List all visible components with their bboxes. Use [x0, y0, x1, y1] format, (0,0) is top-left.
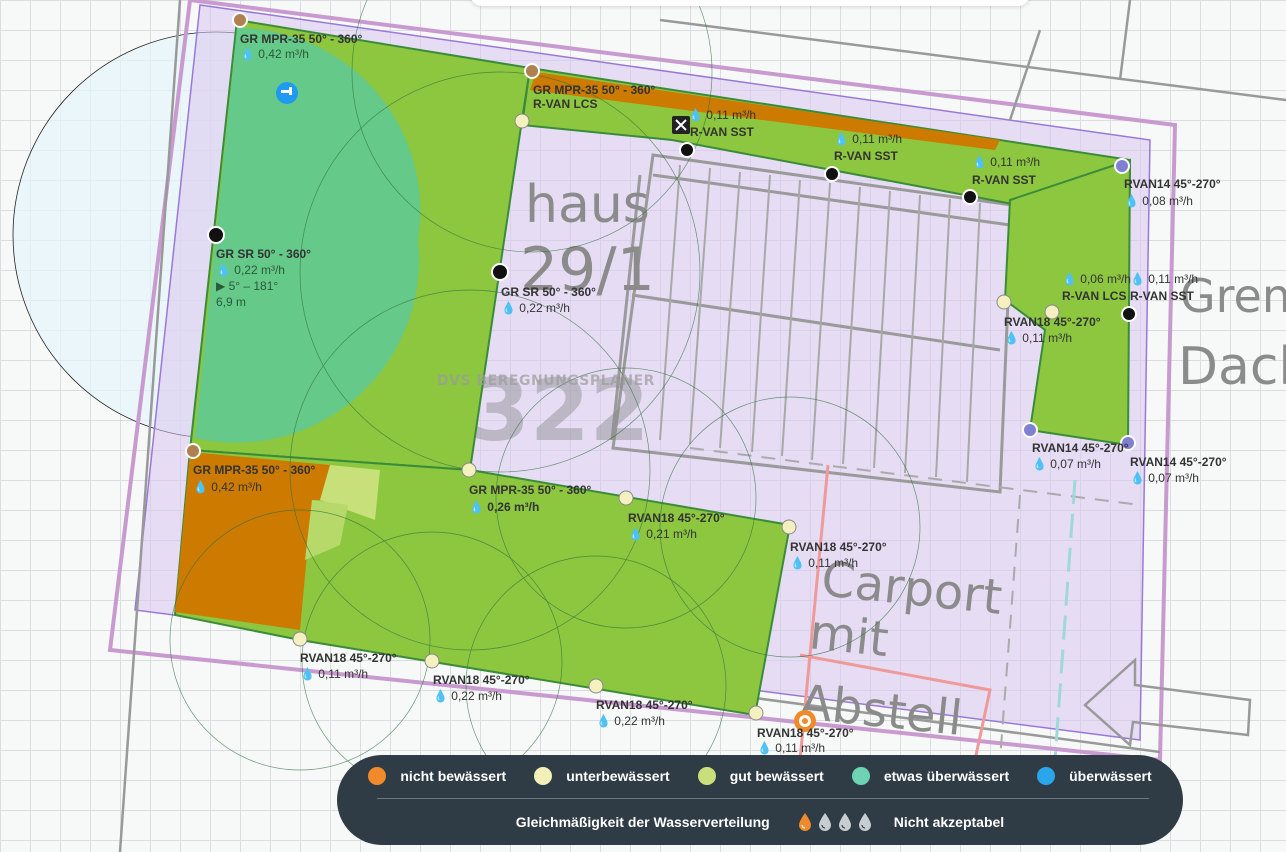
- sprinkler-label-name: R-VAN SST: [834, 149, 898, 163]
- sprinkler-label-name: RVAN18 45°-270°: [596, 698, 693, 712]
- drop-icon: [838, 813, 851, 831]
- legend-item-well-watered: gut bewässert: [697, 767, 824, 785]
- sprinkler-label-name: GR MPR-35 50° - 360°: [240, 32, 363, 46]
- sprinkler-label-name: GR SR 50° - 360°: [501, 285, 596, 299]
- sprinkler-label-name: RVAN18 45°-270°: [628, 511, 725, 525]
- top-toolbar-panel: [470, 0, 1030, 6]
- sprinkler-marker[interactable]: [679, 142, 695, 158]
- drop-icon: [798, 813, 811, 831]
- sprinkler-label-flow: 💧 0,11 m³/h: [972, 155, 1040, 169]
- sprinkler-label-name: GR MPR-35 50° - 360°: [533, 83, 656, 97]
- irrigation-legend: nicht bewässert unterbewässert gut bewäs…: [337, 755, 1183, 845]
- sprinkler-label-flow: 💧 0,07 m³/h: [1130, 471, 1199, 485]
- plan-text-dach: Dach: [1178, 337, 1286, 397]
- legend-item-not-watered: nicht bewässert: [368, 767, 506, 785]
- legend-item-slightly-overwatered: etwas überwässert: [851, 767, 1009, 785]
- sprinkler-label-name: R-VAN SST: [1130, 289, 1194, 303]
- sprinkler-label-name: RVAN18 45°-270°: [433, 673, 530, 687]
- sprinkler-label-name: RVAN14 45°-270°: [1130, 455, 1227, 469]
- sprinkler-label-flow: 💧 0,11 m³/h: [688, 108, 756, 122]
- svg-text:DVS BEREGNUNGSPLANER: DVS BEREGNUNGSPLANER: [437, 373, 655, 389]
- sprinkler-label-flow: 💧 0,11 m³/h: [1004, 331, 1072, 345]
- sprinkler-label-flow: 💧 0,22 m³/h: [216, 263, 285, 277]
- legend-item-underwatered: unterbewässert: [534, 767, 670, 785]
- sprinkler-label-flow: 💧 0,07 m³/h: [1032, 457, 1101, 471]
- dot-icon: [851, 767, 870, 785]
- dot-icon: [697, 767, 716, 785]
- sprinkler-label-flow: 💧 0,22 m³/h: [501, 301, 570, 315]
- uniformity-rating: Nicht akzeptabel: [893, 814, 1005, 830]
- sprinkler-marker[interactable]: [1022, 422, 1038, 438]
- sprinkler-label-name: GR SR 50° - 360°: [216, 247, 311, 261]
- sprinkler-label-name: RVAN18 45°-270°: [300, 651, 397, 665]
- sprinkler-label-flow: 💧 0,06 m³/h: [1062, 272, 1131, 286]
- dot-icon: [368, 767, 387, 785]
- sprinkler-marker[interactable]: [824, 166, 840, 182]
- sprinkler-marker[interactable]: [185, 443, 201, 459]
- sprinkler-label-name: RVAN14 45°-270°: [1124, 177, 1221, 191]
- sprinkler-label-flow: 💧 0,22 m³/h: [596, 714, 665, 728]
- sprinkler-label-flow: 💧 0,26 m³/h: [469, 500, 539, 514]
- dot-icon: [1037, 767, 1056, 785]
- uniformity-drops: [798, 812, 872, 832]
- dot-icon: [534, 767, 553, 785]
- sprinkler-label-flow: 💧 0,22 m³/h: [433, 689, 502, 703]
- sprinkler-label-arc: ▶ 5° – 181°: [216, 279, 278, 293]
- sprinkler-label-name: R-VAN SST: [690, 125, 754, 139]
- uniformity-label: Gleichmäßigkeit der Wasserverteilung: [515, 814, 770, 830]
- sprinkler-label-flow: 💧 0,08 m³/h: [1124, 194, 1193, 208]
- sprinkler-label-name: R-VAN LCS: [533, 97, 597, 111]
- sprinkler-marker[interactable]: [781, 519, 797, 535]
- sprinkler-label-name: RVAN18 45°-270°: [790, 540, 887, 554]
- sprinkler-label-name: RVAN14 45°-270°: [1032, 441, 1129, 455]
- sprinkler-label-flow: 💧 0,21 m³/h: [628, 527, 697, 541]
- sprinkler-marker[interactable]: [962, 189, 978, 205]
- sprinkler-label-name: R-VAN SST: [972, 173, 1036, 187]
- sprinkler-marker[interactable]: [748, 705, 764, 721]
- sprinkler-label-flow: 💧 0,11 m³/h: [790, 556, 858, 570]
- sprinkler-marker[interactable]: [232, 12, 248, 28]
- legend-item-overwatered: überwässert: [1037, 767, 1152, 785]
- sprinkler-marker[interactable]: [996, 294, 1012, 310]
- sprinkler-marker[interactable]: [461, 462, 477, 478]
- sprinkler-label-flow: 💧 0,11 m³/h: [300, 667, 368, 681]
- sprinkler-label-name: GR MPR-35 50° - 360°: [193, 463, 316, 477]
- sprinkler-label-name: R-VAN LCS: [1062, 289, 1126, 303]
- sprinkler-marker[interactable]: [424, 653, 440, 669]
- plan-text-mit: mit: [807, 604, 891, 668]
- legend-divider: [377, 798, 1149, 799]
- sprinkler-marker[interactable]: [292, 631, 308, 647]
- uniformity-row: Gleichmäßigkeit der Wasserverteilung Nic…: [337, 807, 1183, 837]
- sprinkler-label-radius: 6,9 m: [216, 295, 246, 309]
- sprinkler-label-flow: 💧 0,11 m³/h: [1130, 272, 1198, 286]
- sprinkler-marker[interactable]: [514, 113, 530, 129]
- sprinkler-marker[interactable]: [1114, 158, 1130, 174]
- sprinkler-marker[interactable]: [207, 226, 225, 244]
- sprinkler-label-name: GR MPR-35 50° - 360°: [469, 483, 592, 497]
- plan-drawing[interactable]: haus 29/1 322 Grenz Dach Carport mit Abs…: [0, 0, 1286, 852]
- sprinkler-marker[interactable]: [491, 263, 509, 281]
- water-tap-icon[interactable]: [276, 82, 298, 104]
- sprinkler-marker[interactable]: [618, 490, 634, 506]
- plan-canvas[interactable]: haus 29/1 322 Grenz Dach Carport mit Abs…: [0, 0, 1286, 852]
- sprinkler-label-name: RVAN18 45°-270°: [1004, 315, 1101, 329]
- sprinkler-marker[interactable]: [588, 678, 604, 694]
- watermark-logo: DVS BEREGNUNGSPLANER: [437, 373, 655, 389]
- drop-icon: [858, 813, 871, 831]
- drop-icon: [818, 813, 831, 831]
- sprinkler-marker[interactable]: [1121, 306, 1137, 322]
- plan-text-haus: haus: [525, 175, 650, 235]
- sprinkler-label-name: RVAN18 45°-270°: [757, 726, 854, 740]
- legend-row: nicht bewässert unterbewässert gut bewäs…: [337, 765, 1183, 787]
- sprinkler-label-flow: 💧 0,11 m³/h: [834, 132, 902, 146]
- sprinkler-label-flow: 💧 0,42 m³/h: [240, 47, 309, 61]
- sprinkler-label-flow: 💧 0,11 m³/h: [757, 741, 825, 755]
- sprinkler-marker[interactable]: [524, 63, 540, 79]
- sprinkler-label-flow: 💧 0,42 m³/h: [193, 480, 262, 494]
